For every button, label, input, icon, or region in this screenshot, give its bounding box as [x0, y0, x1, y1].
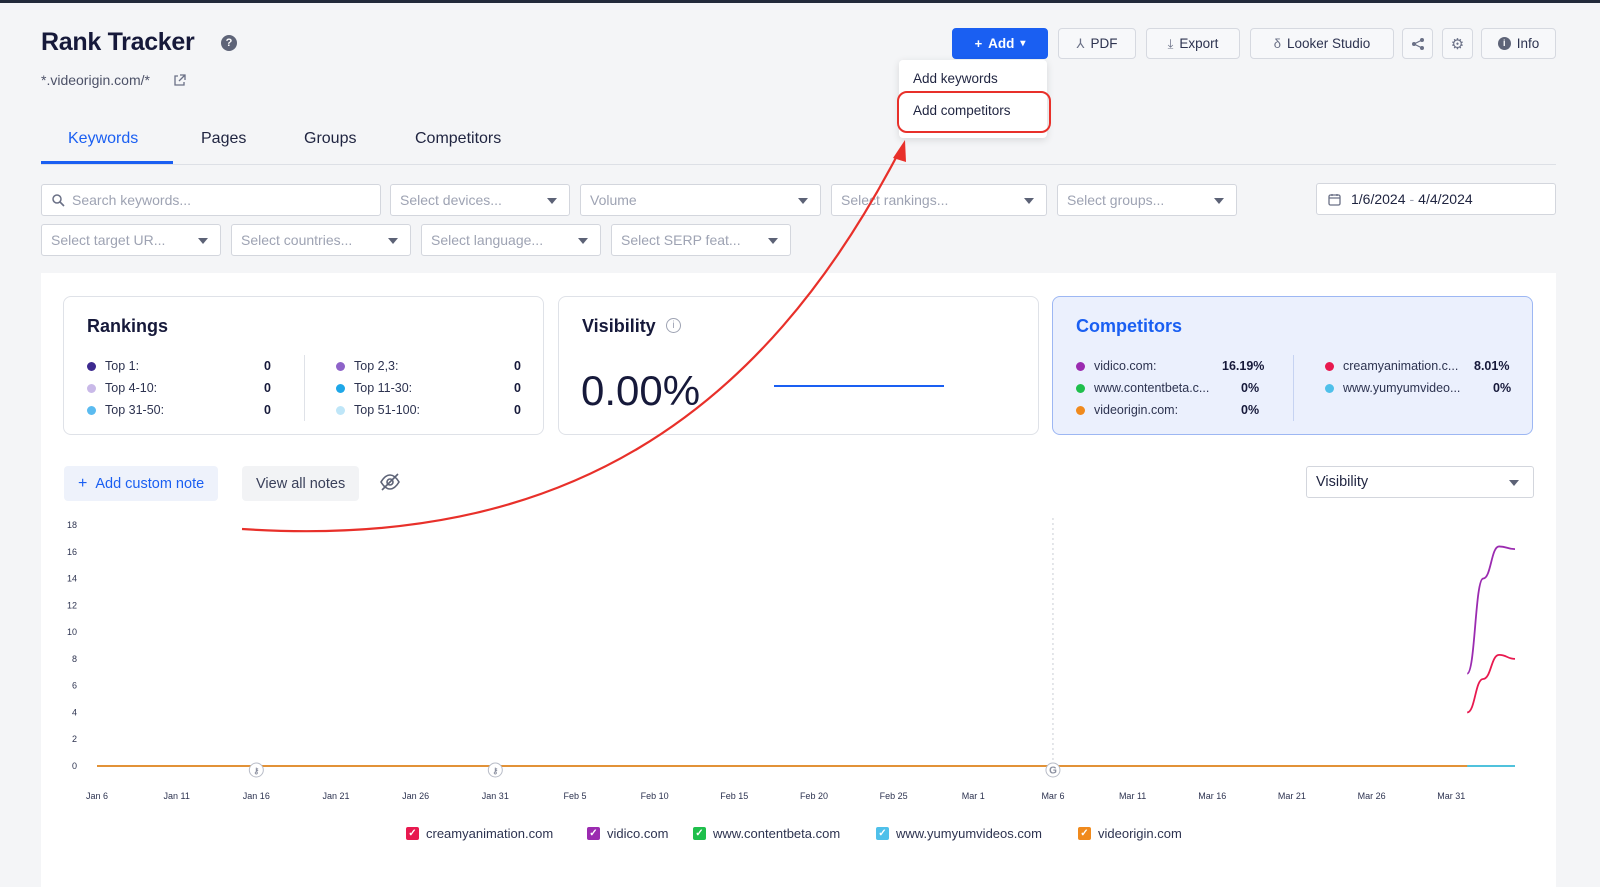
- x-tick-label: Feb 15: [720, 791, 748, 801]
- legend-item[interactable]: ✓ vidico.com: [587, 826, 668, 841]
- checkbox-icon[interactable]: ✓: [406, 827, 419, 840]
- x-tick-label: Mar 1: [962, 791, 985, 801]
- x-tick-label: Jan 31: [482, 791, 509, 801]
- y-tick-label: 16: [67, 547, 77, 557]
- x-tick-label: Mar 21: [1278, 791, 1306, 801]
- x-tick-label: Mar 26: [1358, 791, 1386, 801]
- series-line-creamyanimation-com: [1466, 653, 1516, 714]
- x-tick-label: Feb 20: [800, 791, 828, 801]
- y-tick-label: 6: [72, 681, 77, 691]
- checkbox-icon[interactable]: ✓: [1078, 827, 1091, 840]
- x-tick-label: Jan 11: [163, 791, 189, 801]
- y-tick-label: 0: [72, 761, 77, 771]
- x-tick-label: Feb 5: [563, 791, 586, 801]
- legend-item[interactable]: ✓ www.yumyumvideos.com: [876, 826, 1042, 841]
- checkbox-icon[interactable]: ✓: [693, 827, 706, 840]
- legend-label: videorigin.com: [1098, 826, 1182, 841]
- legend-label: vidico.com: [607, 826, 669, 841]
- visibility-chart: 0 2 4 6 8 10 12 14 16 18 Jan 6 Jan 11 Jan 16 Jan 21 Ja…: [67, 518, 1516, 801]
- legend-label: www.yumyumvideos.com: [896, 826, 1042, 841]
- y-tick-label: 4: [72, 707, 77, 717]
- key-icon: ⚷: [492, 767, 498, 776]
- series-line-vidico-com: [1466, 545, 1516, 675]
- y-tick-label: 10: [67, 627, 77, 637]
- legend-item[interactable]: ✓ creamyanimation.com: [406, 826, 553, 841]
- y-tick-label: 18: [67, 520, 77, 530]
- legend-item[interactable]: ✓ videorigin.com: [1078, 826, 1182, 841]
- x-tick-label: Jan 6: [86, 791, 108, 801]
- x-tick-label: Mar 11: [1119, 791, 1146, 801]
- x-tick-label: Jan 21: [322, 791, 349, 801]
- x-tick-label: Jan 26: [402, 791, 429, 801]
- legend-label: www.contentbeta.com: [713, 826, 841, 841]
- legend-item[interactable]: ✓ www.contentbeta.com: [693, 826, 840, 841]
- x-tick-label: Feb 10: [641, 791, 669, 801]
- x-tick-label: Mar 6: [1041, 791, 1064, 801]
- y-tick-label: 8: [72, 654, 77, 664]
- x-tick-label: Jan 16: [243, 791, 270, 801]
- x-tick-label: Feb 25: [880, 791, 908, 801]
- x-tick-label: Mar 31: [1437, 791, 1465, 801]
- checkbox-icon[interactable]: ✓: [876, 827, 889, 840]
- y-tick-label: 2: [72, 734, 77, 744]
- checkbox-icon[interactable]: ✓: [587, 827, 600, 840]
- legend-label: creamyanimation.com: [426, 826, 554, 841]
- key-icon: ⚷: [253, 767, 259, 776]
- y-tick-label: 12: [67, 600, 77, 610]
- y-tick-label: 14: [67, 574, 77, 584]
- x-tick-label: Mar 16: [1198, 791, 1226, 801]
- google-icon: G: [1049, 766, 1057, 777]
